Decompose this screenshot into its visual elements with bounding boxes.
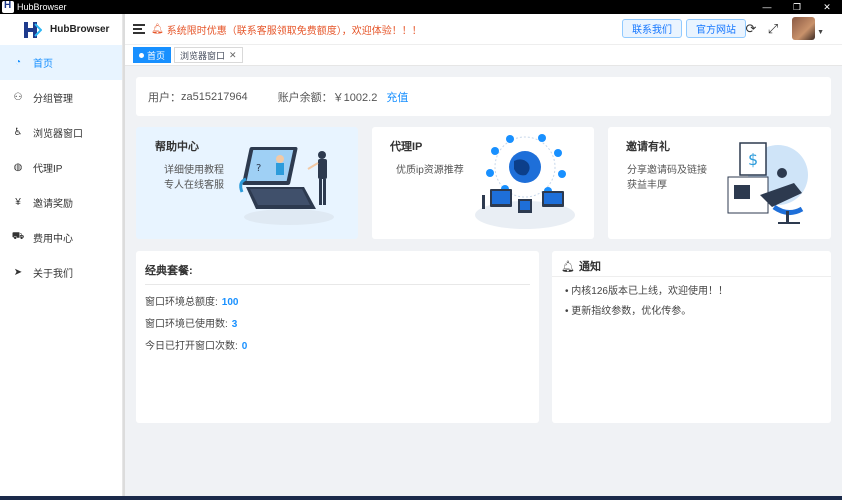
package-row-label: 窗口环境已使用数: [145,319,228,330]
card-title: 帮助中心 [155,141,199,153]
logo-text: HubBrowser [50,24,110,35]
card-line: 优质ip资源推荐 [396,165,464,176]
window-controls: — ❐ ✕ [752,0,842,14]
sidebar: HubBrowser ◔ 首页 ⚇ 分组管理 ♿ 浏览器窗口 ◍ 代理IP ¥ … [0,14,123,496]
package-row-value: 100 [221,297,239,308]
window-title: HubBrowser [17,2,67,12]
sidebar-item-home[interactable]: ◔ 首页 [0,45,122,80]
notification-item-text: 内核126版本已上线，欢迎使用！！ [571,286,728,297]
sidebar-item-label: 费用中心 [33,234,73,245]
top-header: 🔔︎ 系统限时优惠（联系客服领取免费额度），欢迎体验！！！ 联系我们 官方网站 … [125,14,842,45]
svg-text:$: $ [748,150,758,169]
sidebar-item-browser-windows[interactable]: ♿ 浏览器窗口 [0,115,122,150]
cart-icon: ⛟ [11,231,25,242]
sidebar-item-about[interactable]: ➤ 关于我们 [0,255,122,290]
sidebar-menu: ◔ 首页 ⚇ 分组管理 ♿ 浏览器窗口 ◍ 代理IP ¥ 邀请奖励 ⛟ 费用中心… [0,45,122,290]
minimize-button[interactable]: — [752,0,782,14]
balance-value: ￥1002.2 [332,91,378,104]
card-line: 专人在线客服 [164,180,224,191]
sidebar-divider [123,14,125,496]
notification-card: 🔔︎ 通知 • 内核126版本已上线，欢迎使用！！ • 更新指纹参数，优化传参。 [552,251,831,423]
package-row-value: 3 [231,319,238,330]
yen-icon: ¥ [15,197,21,208]
help-illustration-icon: ? [239,147,334,225]
group-icon: ⚇ [13,92,23,103]
sidebar-item-billing[interactable]: ⛟ 费用中心 [0,220,122,255]
logo-icon [24,21,42,38]
svg-text:?: ? [256,163,261,174]
contact-us-button[interactable]: 联系我们 [622,19,682,38]
proxy-ip-card[interactable]: 代理IP 优质ip资源推荐 [372,127,594,239]
taskbar-strip [0,496,842,500]
card-title: 代理IP [390,141,423,153]
sidebar-item-label: 关于我们 [33,269,73,280]
package-row-value: 0 [241,341,248,352]
notification-item: • 更新指纹参数，优化传参。 [565,306,692,317]
sidebar-item-label: 首页 [33,59,53,70]
sidebar-item-label: 浏览器窗口 [33,129,83,140]
divider [552,276,831,277]
notification-title: 🔔︎ 通知 [561,258,601,274]
invite-illustration-icon: $ [727,142,808,224]
notification-title-text: 通知 [578,261,601,273]
package-row-label: 今日已打开窗口次数: [145,341,238,352]
network-illustration-icon [475,134,575,229]
app-icon [2,0,14,13]
account-card: 用户： za515217964 账户余额： ￥1002.2 充值 [136,77,831,116]
window-titlebar: HubBrowser — ❐ ✕ [0,0,842,14]
chevron-down-icon[interactable]: ▼ [817,29,824,36]
globe-icon: ◍ [13,162,23,173]
notification-item: • 内核126版本已上线，欢迎使用！！ [565,286,728,297]
close-icon[interactable]: ✕ [229,50,237,61]
promo-notice-text: 系统限时优惠（联系客服领取免费额度），欢迎体验！！！ [166,25,422,37]
bell-icon: 🔔︎ [561,260,575,273]
divider [145,284,530,285]
fullscreen-icon[interactable]: ⤢ [766,21,780,36]
package-row: 窗口环境已使用数: 3 [145,315,237,330]
notification-item-text: 更新指纹参数，优化传参。 [571,306,692,317]
package-row: 窗口环境总额度: 100 [145,293,238,308]
card-title: 邀请有礼 [626,141,670,153]
balance-label: 账户余额： [277,91,333,104]
sidebar-item-label: 代理IP [33,164,63,175]
browser-window-icon: ♿ [13,127,23,138]
card-line: 分享邀请码及链接 [627,165,707,176]
bell-icon: 🔔︎ [151,23,164,35]
tab-label: 首页 [147,50,166,61]
page-tabs: 首页 浏览器窗口 ✕ [125,45,842,66]
card-line: 获益丰厚 [627,180,667,191]
user-label: 用户： [148,91,181,104]
tab-home[interactable]: 首页 [133,47,172,63]
help-center-card[interactable]: 帮助中心 详细使用教程 专人在线客服 ? [136,127,358,239]
active-dot-icon [139,52,144,58]
tab-label: 浏览器窗口 [180,50,226,61]
promo-notice: 🔔︎ 系统限时优惠（联系客服领取免费额度），欢迎体验！！！ [151,22,422,37]
maximize-button[interactable]: ❐ [782,0,812,14]
package-title: 经典套餐: [145,265,193,277]
package-row-label: 窗口环境总额度: [145,297,218,308]
username: za515217964 [181,90,248,103]
tab-browser-windows[interactable]: 浏览器窗口 ✕ [174,47,243,63]
sidebar-item-label: 分组管理 [33,94,73,105]
sidebar-item-label: 邀请奖励 [33,199,73,210]
recharge-link[interactable]: 充值 [386,89,408,105]
dashboard-icon: ◔ [14,57,22,68]
avatar[interactable] [792,17,815,40]
menu-toggle-icon[interactable] [133,24,145,34]
package-card: 经典套餐: 窗口环境总额度: 100 窗口环境已使用数: 3 今日已打开窗口次数: 0 [136,251,539,423]
invite-card[interactable]: 邀请有礼 分享邀请码及链接 获益丰厚 $ [608,127,831,239]
card-line: 详细使用教程 [164,165,224,176]
official-website-button[interactable]: 官方网站 [686,19,746,38]
close-button[interactable]: ✕ [812,0,842,14]
sidebar-item-proxy-ip[interactable]: ◍ 代理IP [0,150,122,185]
refresh-icon[interactable]: ⟳ [744,21,758,36]
sidebar-item-invite-rewards[interactable]: ¥ 邀请奖励 [0,185,122,220]
send-icon: ➤ [13,267,23,278]
logo[interactable]: HubBrowser [0,14,122,45]
sidebar-item-groups[interactable]: ⚇ 分组管理 [0,80,122,115]
package-row: 今日已打开窗口次数: 0 [145,337,247,352]
